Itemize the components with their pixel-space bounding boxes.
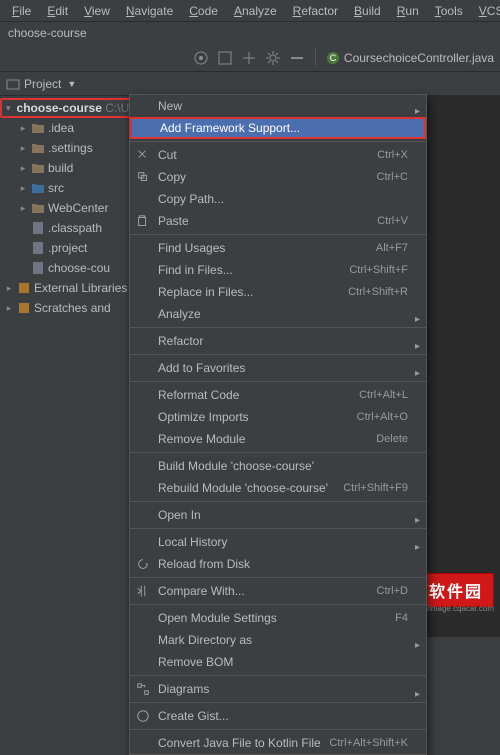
- menu-separator: [130, 327, 426, 328]
- menu-separator: [130, 702, 426, 703]
- ctx-find-usages[interactable]: Find UsagesAlt+F7: [130, 237, 426, 259]
- ctx-diagrams[interactable]: Diagrams: [130, 678, 426, 700]
- target-icon[interactable]: [193, 50, 209, 66]
- ctx-create-gist[interactable]: Create Gist...: [130, 705, 426, 727]
- menu-separator: [130, 675, 426, 676]
- tree-scratches[interactable]: ▸Scratches and: [0, 298, 139, 318]
- ctx-add-to-favorites[interactable]: Add to Favorites: [130, 357, 426, 379]
- menu-separator: [130, 381, 426, 382]
- chevron-down-icon[interactable]: ▼: [67, 79, 76, 89]
- menu-separator: [130, 577, 426, 578]
- main-toolbar: C CoursechoiceController.java: [0, 44, 500, 72]
- menu-view[interactable]: View: [76, 2, 118, 20]
- ctx-paste[interactable]: PasteCtrl+V: [130, 210, 426, 232]
- menu-navigate[interactable]: Navigate: [118, 2, 181, 20]
- tree-item[interactable]: ▸src: [0, 178, 139, 198]
- java-class-icon: C: [326, 51, 340, 65]
- ctx-find-in-files[interactable]: Find in Files...Ctrl+Shift+F: [130, 259, 426, 281]
- project-tree-panel: ▾choose-course C:\Users\Sammax\Desktop\W…: [0, 96, 140, 637]
- menu-vcs[interactable]: VCS: [471, 2, 500, 20]
- menu-file[interactable]: File: [4, 2, 39, 20]
- gear-icon[interactable]: [265, 50, 281, 66]
- tree-item[interactable]: ▸build: [0, 158, 139, 178]
- ctx-copy[interactable]: CopyCtrl+C: [130, 166, 426, 188]
- editor-tab[interactable]: C CoursechoiceController.java: [326, 51, 494, 65]
- menu-analyze[interactable]: Analyze: [226, 2, 285, 20]
- menu-bar: FileEditViewNavigateCodeAnalyzeRefactorB…: [0, 0, 500, 22]
- menu-separator: [130, 452, 426, 453]
- context-menu: NewAdd Framework Support...CutCtrl+XCopy…: [129, 94, 427, 755]
- tree-item[interactable]: .project: [0, 238, 139, 258]
- ctx-mark-directory-as[interactable]: Mark Directory as: [130, 629, 426, 651]
- ctx-add-framework-support[interactable]: Add Framework Support...: [130, 117, 426, 139]
- ctx-remove-bom[interactable]: Remove BOM: [130, 651, 426, 673]
- menu-separator: [130, 501, 426, 502]
- collapse-icon[interactable]: [241, 50, 257, 66]
- tree-root[interactable]: ▾choose-course C:\Users\Sammax\Desktop\W…: [0, 98, 139, 118]
- tab-label: CoursechoiceController.java: [344, 51, 494, 65]
- ctx-cut[interactable]: CutCtrl+X: [130, 144, 426, 166]
- toolbar-separator: [315, 49, 316, 67]
- tree-item[interactable]: .classpath: [0, 218, 139, 238]
- ctx-open-in[interactable]: Open In: [130, 504, 426, 526]
- menu-edit[interactable]: Edit: [39, 2, 76, 20]
- menu-separator: [130, 528, 426, 529]
- hide-icon[interactable]: [289, 50, 305, 66]
- tree-item[interactable]: ▸WebCenter: [0, 198, 139, 218]
- ctx-convert-java-file-to-kotlin-file[interactable]: Convert Java File to Kotlin FileCtrl+Alt…: [130, 732, 426, 754]
- project-panel-title: Project: [24, 77, 61, 91]
- menu-refactor[interactable]: Refactor: [285, 2, 346, 20]
- project-icon: [6, 77, 20, 91]
- ctx-build-module-choose-course[interactable]: Build Module 'choose-course': [130, 455, 426, 477]
- ctx-refactor[interactable]: Refactor: [130, 330, 426, 352]
- svg-text:C: C: [330, 53, 337, 63]
- tree-external[interactable]: ▸External Libraries: [0, 278, 139, 298]
- menu-build[interactable]: Build: [346, 2, 389, 20]
- ctx-copy-path[interactable]: Copy Path...: [130, 188, 426, 210]
- tree-item[interactable]: choose-cou: [0, 258, 139, 278]
- ctx-optimize-imports[interactable]: Optimize ImportsCtrl+Alt+O: [130, 406, 426, 428]
- menu-separator: [130, 354, 426, 355]
- ctx-new[interactable]: New: [130, 95, 426, 117]
- menu-separator: [130, 234, 426, 235]
- ctx-reformat-code[interactable]: Reformat CodeCtrl+Alt+L: [130, 384, 426, 406]
- expand-icon[interactable]: [217, 50, 233, 66]
- ctx-replace-in-files[interactable]: Replace in Files...Ctrl+Shift+R: [130, 281, 426, 303]
- tree-item[interactable]: ▸.settings: [0, 138, 139, 158]
- menu-separator: [130, 604, 426, 605]
- ctx-local-history[interactable]: Local History: [130, 531, 426, 553]
- project-tree: ▾choose-course C:\Users\Sammax\Desktop\W…: [0, 96, 139, 320]
- menu-code[interactable]: Code: [181, 2, 226, 20]
- ctx-remove-module[interactable]: Remove ModuleDelete: [130, 428, 426, 450]
- tree-item[interactable]: ▸.idea: [0, 118, 139, 138]
- menu-run[interactable]: Run: [389, 2, 427, 20]
- ctx-reload-from-disk[interactable]: Reload from Disk: [130, 553, 426, 575]
- menu-tools[interactable]: Tools: [427, 2, 471, 20]
- window-title: choose-course: [8, 26, 87, 40]
- ctx-rebuild-module-choose-course[interactable]: Rebuild Module 'choose-course'Ctrl+Shift…: [130, 477, 426, 499]
- menu-separator: [130, 729, 426, 730]
- ctx-analyze[interactable]: Analyze: [130, 303, 426, 325]
- project-panel-header: Project ▼: [0, 72, 500, 96]
- ctx-compare-with[interactable]: Compare With...Ctrl+D: [130, 580, 426, 602]
- ctx-open-module-settings[interactable]: Open Module SettingsF4: [130, 607, 426, 629]
- menu-separator: [130, 141, 426, 142]
- window-title-bar: choose-course: [0, 22, 500, 44]
